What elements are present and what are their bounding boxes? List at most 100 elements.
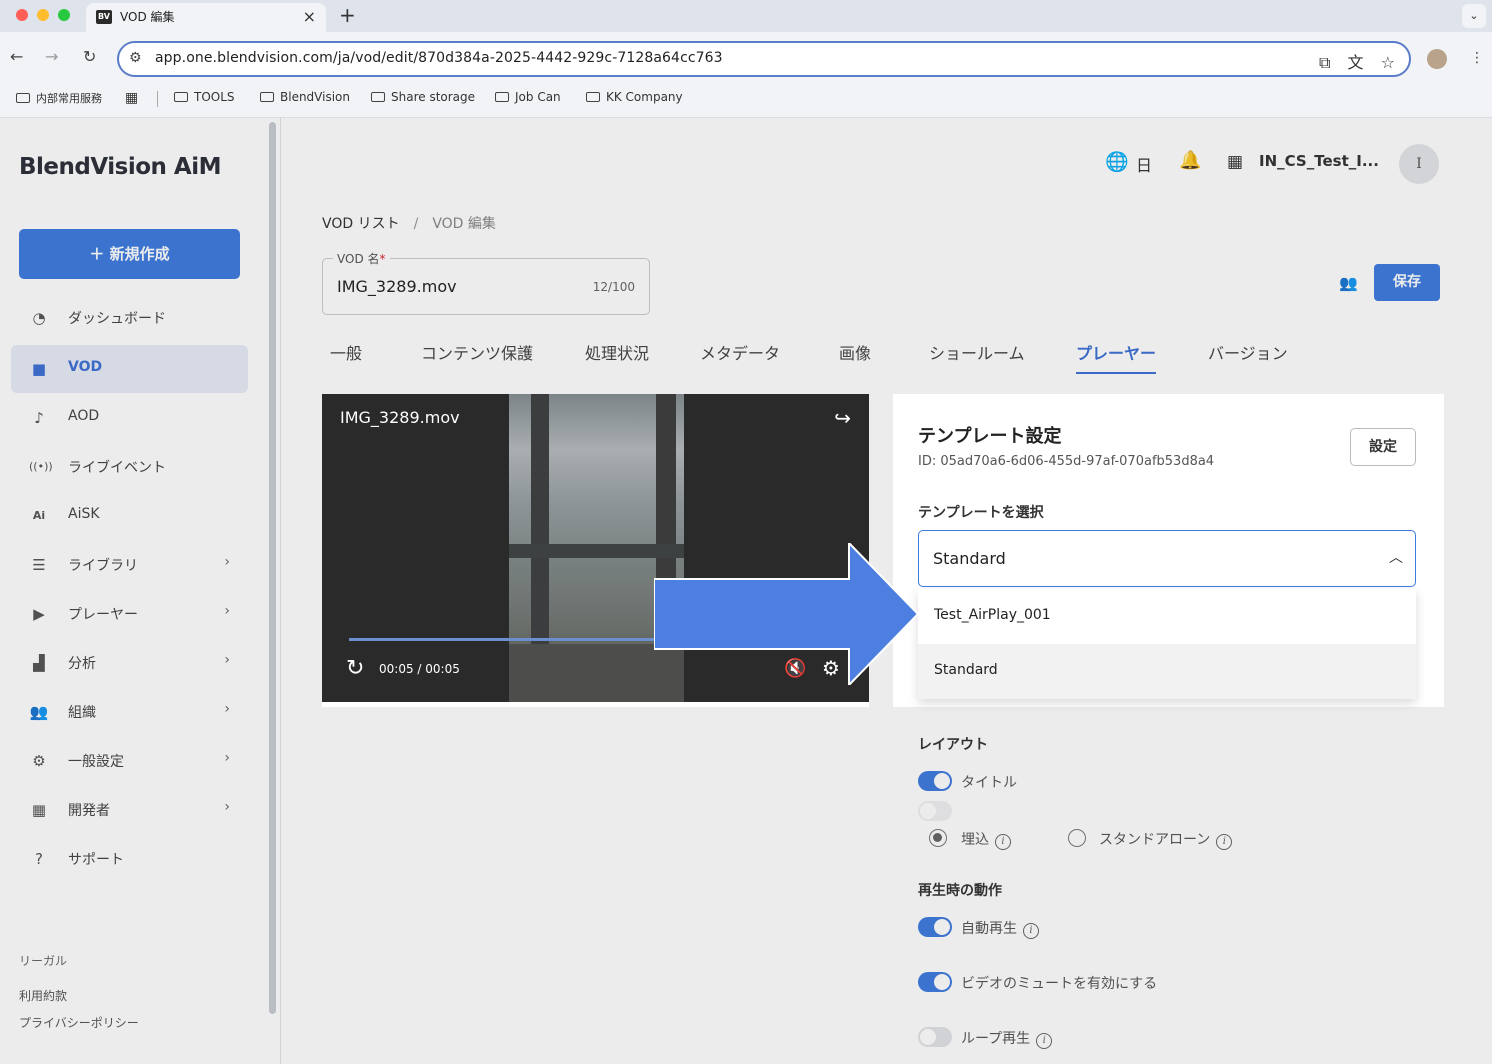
url-text: app.one.blendvision.com/ja/vod/edit/870d… (155, 50, 723, 66)
browser-tab[interactable]: BV VOD 編集 × (86, 3, 326, 32)
tab-general[interactable]: 一般 (330, 340, 362, 364)
sidebar-item-aod[interactable]: ♪ AOD (11, 394, 248, 442)
bookmark-folder[interactable]: BlendVision (260, 90, 350, 104)
dropdown-option[interactable]: Test_AirPlay_001 (918, 589, 1416, 644)
dropdown-option-selected[interactable]: Standard (918, 644, 1416, 699)
replay-icon[interactable]: ↻ (346, 656, 364, 681)
chart-icon: ▟ (33, 654, 45, 672)
chevron-right-icon: › (224, 652, 230, 668)
sidebar-item-dashboard[interactable]: ◔ ダッシュボード (11, 294, 248, 342)
bookmark-item[interactable]: 内部常用服務 (16, 90, 102, 106)
settings-button[interactable]: 設定 (1350, 428, 1416, 466)
title-toggle[interactable] (918, 771, 952, 791)
tab-search-chevron-icon[interactable]: ⌄ (1462, 4, 1486, 28)
bookmark-folder[interactable]: Job Can (495, 90, 561, 104)
site-settings-icon[interactable]: ⚙ (129, 50, 142, 66)
sidebar-item-developer[interactable]: ▦ 開発者 › (11, 786, 248, 834)
maximize-window-button[interactable] (58, 9, 70, 21)
save-button[interactable]: 保存 (1374, 264, 1440, 301)
create-new-button[interactable]: ＋ 新規作成 (19, 229, 240, 279)
sidebar-item-analytics[interactable]: ▟ 分析 › (11, 639, 248, 687)
video-icon: ■ (31, 360, 47, 378)
developer-icon: ▦ (31, 801, 47, 819)
loop-label: ループ再生 (961, 1031, 1031, 1047)
info-icon[interactable]: i (1023, 923, 1039, 939)
sidebar-scrollbar[interactable] (269, 122, 276, 1014)
gear-icon: ⚙ (32, 752, 46, 770)
new-tab-icon[interactable]: + (339, 3, 356, 27)
org-switcher[interactable]: IN_CS_Test_I... (1259, 152, 1379, 170)
language-selector[interactable]: 日 (1136, 152, 1152, 176)
bookmark-folder[interactable]: Share storage (371, 90, 475, 104)
player-icon: ▶ (33, 605, 45, 623)
sidebar-item-player[interactable]: ▶ プレーヤー › (11, 590, 248, 638)
bookmark-folder[interactable]: TOOLS (174, 90, 235, 104)
bookmarks-bar: 内部常用服務 ▦ TOOLS BlendVision Share storage… (0, 80, 1492, 118)
terms-link[interactable]: 利用約款 (19, 987, 67, 1004)
template-select[interactable]: Standard ︿ (918, 530, 1416, 587)
profile-avatar[interactable] (1427, 49, 1447, 69)
info-icon[interactable]: i (1036, 1033, 1053, 1049)
tab-content-protection[interactable]: コンテンツ保護 (421, 340, 533, 364)
apps-grid-icon[interactable]: ▦ (125, 90, 138, 106)
standalone-radio[interactable] (1068, 829, 1086, 847)
vod-name-field[interactable]: VOD 名* IMG_3289.mov 12/100 (322, 250, 650, 315)
library-icon: ☰ (32, 556, 46, 574)
sidebar-item-vod[interactable]: ■ VOD (11, 345, 248, 393)
sidebar-item-aisk[interactable]: Ai AiSK (11, 492, 248, 540)
tab-player[interactable]: プレーヤー (1076, 340, 1157, 374)
org-icon: 👥 (29, 703, 49, 721)
sidebar-item-library[interactable]: ☰ ライブラリ › (11, 541, 248, 589)
template-settings-panel: テンプレート設定 ID: 05ad70a6-6d06-455d-97af-070… (893, 396, 1444, 1064)
embed-radio[interactable] (929, 829, 947, 847)
gauge-icon: ◔ (32, 309, 46, 327)
bookmark-folder[interactable]: KK Company (586, 90, 683, 104)
browser-toolbar: ← → ↻ ⚙ app.one.blendvision.com/ja/vod/e… (0, 32, 1492, 80)
browser-menu-icon[interactable]: ⋮ (1470, 50, 1484, 66)
vod-name-input[interactable]: IMG_3289.mov (337, 277, 457, 296)
bookmark-star-icon[interactable]: ☆ (1381, 53, 1395, 72)
sidebar-item-general-settings[interactable]: ⚙ 一般設定 › (11, 737, 248, 785)
tab-metadata[interactable]: メタデータ (700, 340, 780, 364)
tab-version[interactable]: バージョン (1208, 340, 1288, 364)
info-icon[interactable]: i (995, 834, 1011, 850)
mute-label: ビデオのミュートを有効にする (961, 976, 1158, 992)
share-icon[interactable]: ↪ (834, 406, 851, 430)
bell-icon[interactable]: 🔔 (1179, 150, 1201, 171)
loop-toggle[interactable] (918, 1027, 952, 1047)
template-id: ID: 05ad70a6-6d06-455d-97af-070afb53d8a4 (918, 454, 1215, 469)
chevron-right-icon: › (224, 799, 230, 815)
chevron-right-icon: › (224, 750, 230, 766)
autoplay-toggle[interactable] (918, 917, 952, 937)
tab-processing-status[interactable]: 処理状況 (585, 340, 649, 364)
tab-close-icon[interactable]: × (303, 7, 316, 26)
mute-toggle[interactable] (918, 972, 952, 992)
collaborators-icon[interactable]: 👥 (1339, 274, 1358, 292)
sidebar-item-support[interactable]: ? サポート (11, 835, 248, 883)
tab-showroom[interactable]: ショールーム (929, 340, 1025, 364)
vod-name-label: VOD 名 (337, 252, 380, 266)
breadcrumb-vod-list[interactable]: VOD リスト (322, 216, 400, 232)
chevron-right-icon: › (224, 701, 230, 717)
install-app-icon[interactable]: ⧉ (1319, 53, 1330, 72)
title-toggle-label: タイトル (961, 775, 1017, 791)
reload-icon[interactable]: ↻ (83, 47, 96, 66)
hidden-toggle[interactable] (918, 801, 952, 821)
app-logo: BlendVision AiM (19, 154, 221, 180)
info-icon[interactable]: i (1216, 834, 1233, 850)
legal-heading: リーガル (19, 954, 68, 968)
address-bar[interactable]: ⚙ app.one.blendvision.com/ja/vod/edit/87… (117, 41, 1411, 77)
privacy-link[interactable]: プライバシーポリシー (19, 1014, 139, 1031)
sidebar-item-organization[interactable]: 👥 組織 › (11, 688, 248, 736)
forward-arrow-icon[interactable]: → (45, 47, 58, 66)
back-arrow-icon[interactable]: ← (10, 47, 23, 66)
translate-icon[interactable]: 文 (1348, 53, 1364, 72)
globe-icon[interactable]: 🌐 (1105, 150, 1129, 173)
help-icon: ? (35, 850, 43, 868)
close-window-button[interactable] (16, 9, 28, 21)
user-avatar[interactable]: I (1399, 144, 1439, 184)
annotation-arrow (654, 543, 920, 685)
minimize-window-button[interactable] (37, 9, 49, 21)
tab-images[interactable]: 画像 (839, 340, 871, 364)
sidebar-item-live-event[interactable]: ((•)) ライブイベント (11, 443, 248, 491)
